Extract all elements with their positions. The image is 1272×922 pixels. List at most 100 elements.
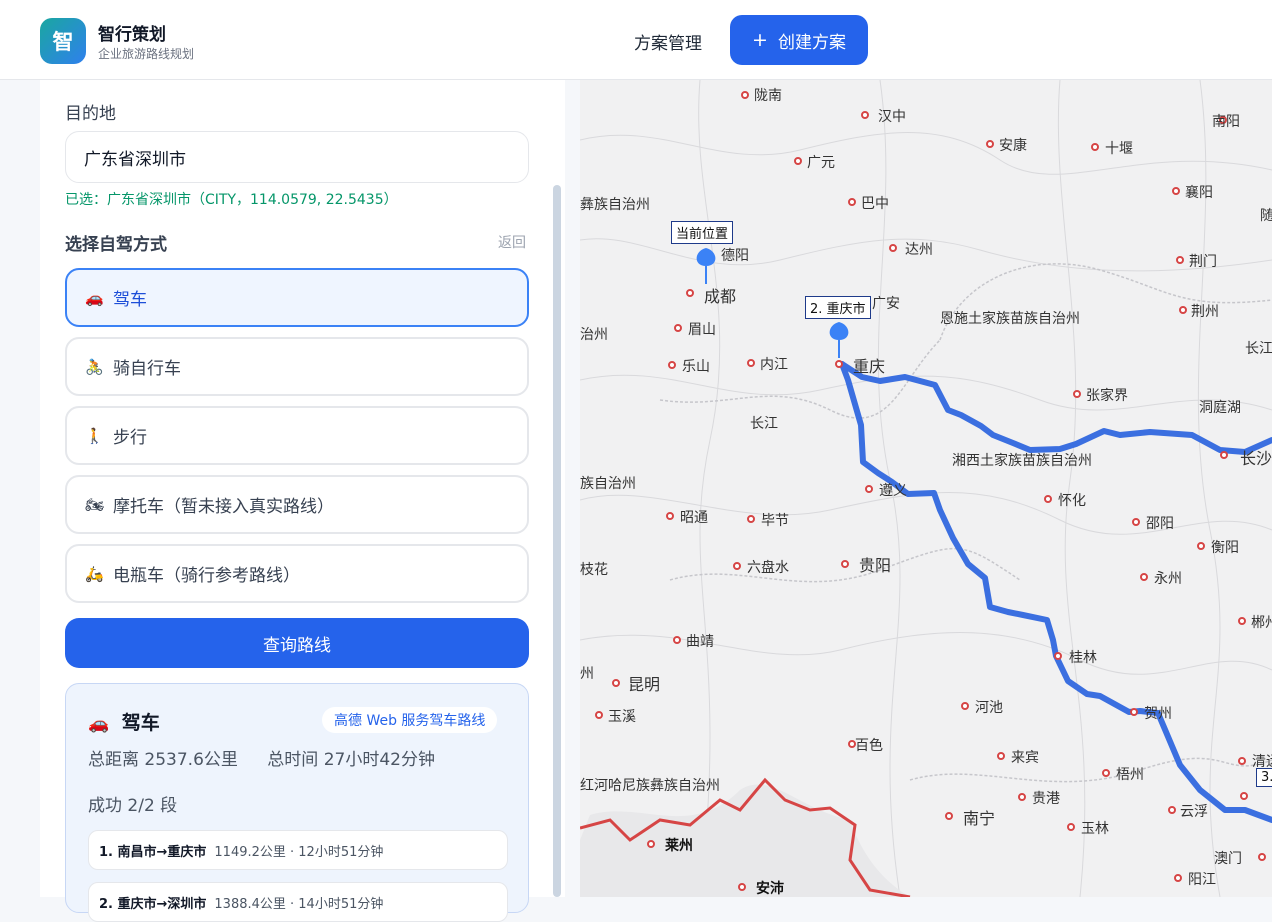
brand-subtitle: 企业旅游路线规划 (98, 47, 195, 61)
city-label: 梧州 (1116, 767, 1144, 783)
city-label: 河池 (975, 700, 1003, 716)
segment-item[interactable]: 1. 南昌市→重庆市 1149.2公里 · 12小时51分钟 (88, 830, 508, 870)
location-pin-icon (829, 322, 849, 340)
result-mode: 驾车 (121, 712, 160, 734)
city-label: 昭通 (680, 510, 708, 526)
motorcycle-icon: 🏍 (85, 495, 105, 514)
city-label: 郴州 (1251, 615, 1272, 631)
mode-label: 步行 (113, 428, 147, 448)
city-label: 玉溪 (608, 709, 636, 725)
destination-selected-note: 已选：广东省深圳市（CITY，114.0579, 22.5435） (65, 192, 398, 208)
scooter-icon: 🛵 (85, 564, 104, 583)
segment-detail: 1388.4公里 · 14小时51分钟 (214, 896, 384, 912)
city-label: 长江 (750, 416, 778, 432)
city-label: 眉山 (688, 322, 716, 338)
mode-option-ebike[interactable]: 🛵 电瓶车（骑行参考路线） (65, 544, 529, 603)
mode-label: 驾车 (113, 290, 147, 310)
city-label: 衡阳 (1211, 540, 1239, 556)
city-label: 安沛 (756, 880, 784, 897)
city-label: 玉林 (1081, 821, 1109, 837)
city-label: 随 (1260, 208, 1272, 224)
city-label: 广安 (872, 296, 900, 312)
city-label: 阳江 (1188, 872, 1216, 888)
city-label: 乐山 (682, 359, 710, 375)
city-label: 荆门 (1189, 254, 1217, 270)
city-label: 成都 (704, 287, 736, 306)
city-label: 内江 (760, 357, 788, 373)
city-label: 邵阳 (1146, 516, 1174, 532)
panel-scrollbar[interactable] (553, 185, 561, 897)
destination-label: 目的地 (65, 104, 116, 124)
mode-option-bicycle[interactable]: 🚴 骑自行车 (65, 337, 529, 396)
marker-label-current[interactable]: 当前位置 (671, 221, 734, 244)
create-plan-button[interactable]: + 创建方案 (730, 15, 868, 65)
brand-name: 智行策划 (98, 25, 166, 45)
city-label: 巴中 (861, 196, 889, 212)
city-label: 来宾 (1011, 750, 1039, 766)
city-label: 怀化 (1058, 493, 1086, 509)
city-label: 红河哈尼族彝族自治州 (580, 778, 720, 794)
city-label: 曲靖 (686, 634, 714, 650)
marker-label-chongqing[interactable]: 2. 重庆市 (805, 296, 871, 319)
mode-label: 摩托车（暂未接入真实路线） (113, 497, 334, 517)
total-distance: 总距离 2537.6公里 (88, 750, 238, 770)
city-label: 陇南 (754, 88, 782, 104)
walking-icon: 🚶 (85, 426, 104, 445)
city-label: 贵阳 (859, 556, 891, 575)
route-map[interactable]: 陇南 汉中 南阳 安康 十堰 广元 巴中 襄阳 随 德阳 达州 荆门 成都 广安… (580, 80, 1272, 897)
city-label: 昆明 (628, 675, 660, 694)
city-label: 荆州 (1191, 304, 1219, 320)
mode-option-walk[interactable]: 🚶 步行 (65, 406, 529, 465)
city-label: 永州 (1154, 571, 1182, 587)
mode-label: 骑自行车 (113, 359, 181, 379)
car-icon: 🚗 (85, 288, 104, 307)
city-label: 彝族自治州 (580, 197, 650, 213)
marker-label-3[interactable]: 3. (1256, 768, 1272, 787)
total-time: 总时间 27小时42分钟 (267, 750, 435, 770)
back-link[interactable]: 返回 (498, 232, 526, 252)
mode-option-motorcycle[interactable]: 🏍 摩托车（暂未接入真实路线） (65, 475, 529, 534)
bicycle-icon: 🚴 (85, 357, 104, 376)
segment-item[interactable]: 2. 重庆市→深圳市 1388.4公里 · 14小时51分钟 (88, 882, 508, 922)
city-label: 达州 (905, 242, 933, 258)
city-label: 贵港 (1032, 791, 1060, 807)
city-label: 重庆 (853, 357, 885, 376)
city-label: 六盘水 (747, 559, 789, 576)
segment-name: 2. 重庆市→深圳市 (99, 896, 207, 912)
mode-section-title: 选择自驾方式 (65, 235, 167, 255)
city-label: 桂林 (1069, 650, 1097, 666)
segment-name: 1. 南昌市→重庆市 (99, 844, 207, 860)
mode-option-drive[interactable]: 🚗 驾车 (65, 268, 529, 327)
map-canvas: 陇南 汉中 南阳 安康 十堰 广元 巴中 襄阳 随 德阳 达州 荆门 成都 广安… (580, 80, 1272, 897)
result-title: 🚗 驾车 (88, 708, 160, 735)
city-label: 遵义 (879, 482, 907, 499)
city-label: 百色 (855, 737, 883, 754)
city-label: 治州 (580, 327, 608, 343)
city-label: 莱州 (665, 837, 693, 854)
city-label: 南宁 (963, 809, 995, 828)
city-label: 州 (580, 666, 594, 682)
city-label: 长沙 (1240, 449, 1272, 468)
success-count: 成功 2/2 段 (88, 796, 178, 816)
nav-plan-management[interactable]: 方案管理 (634, 29, 702, 54)
region-boundaries (580, 80, 1272, 897)
mode-label: 电瓶车（骑行参考路线） (113, 566, 300, 586)
city-label: 云浮 (1180, 804, 1208, 820)
city-label: 洞庭湖 (1199, 399, 1241, 416)
create-plan-label: 创建方案 (777, 32, 846, 53)
plus-icon: + (752, 29, 768, 51)
city-label: 毕节 (761, 513, 789, 529)
destination-input[interactable]: 广东省深圳市 (65, 131, 529, 183)
city-label: 德阳 (721, 248, 749, 264)
city-label: 襄阳 (1185, 185, 1213, 201)
top-header: 智 智行策划 企业旅游路线规划 方案管理 + 创建方案 (0, 0, 1272, 80)
query-route-button[interactable]: 查询路线 (65, 618, 529, 668)
city-label: 长江 (1245, 341, 1272, 357)
city-label: 恩施土家族苗族自治州 (940, 310, 1080, 327)
city-label: 汉中 (878, 109, 906, 125)
route-result-card: 🚗 驾车 高德 Web 服务驾车路线 总距离 2537.6公里 总时间 27小时… (65, 683, 529, 922)
city-label: 安康 (999, 137, 1027, 154)
city-label: 广元 (807, 155, 835, 171)
city-label: 南阳 (1212, 114, 1240, 130)
result-stats: 总距离 2537.6公里 总时间 27小时42分钟 (88, 745, 459, 770)
